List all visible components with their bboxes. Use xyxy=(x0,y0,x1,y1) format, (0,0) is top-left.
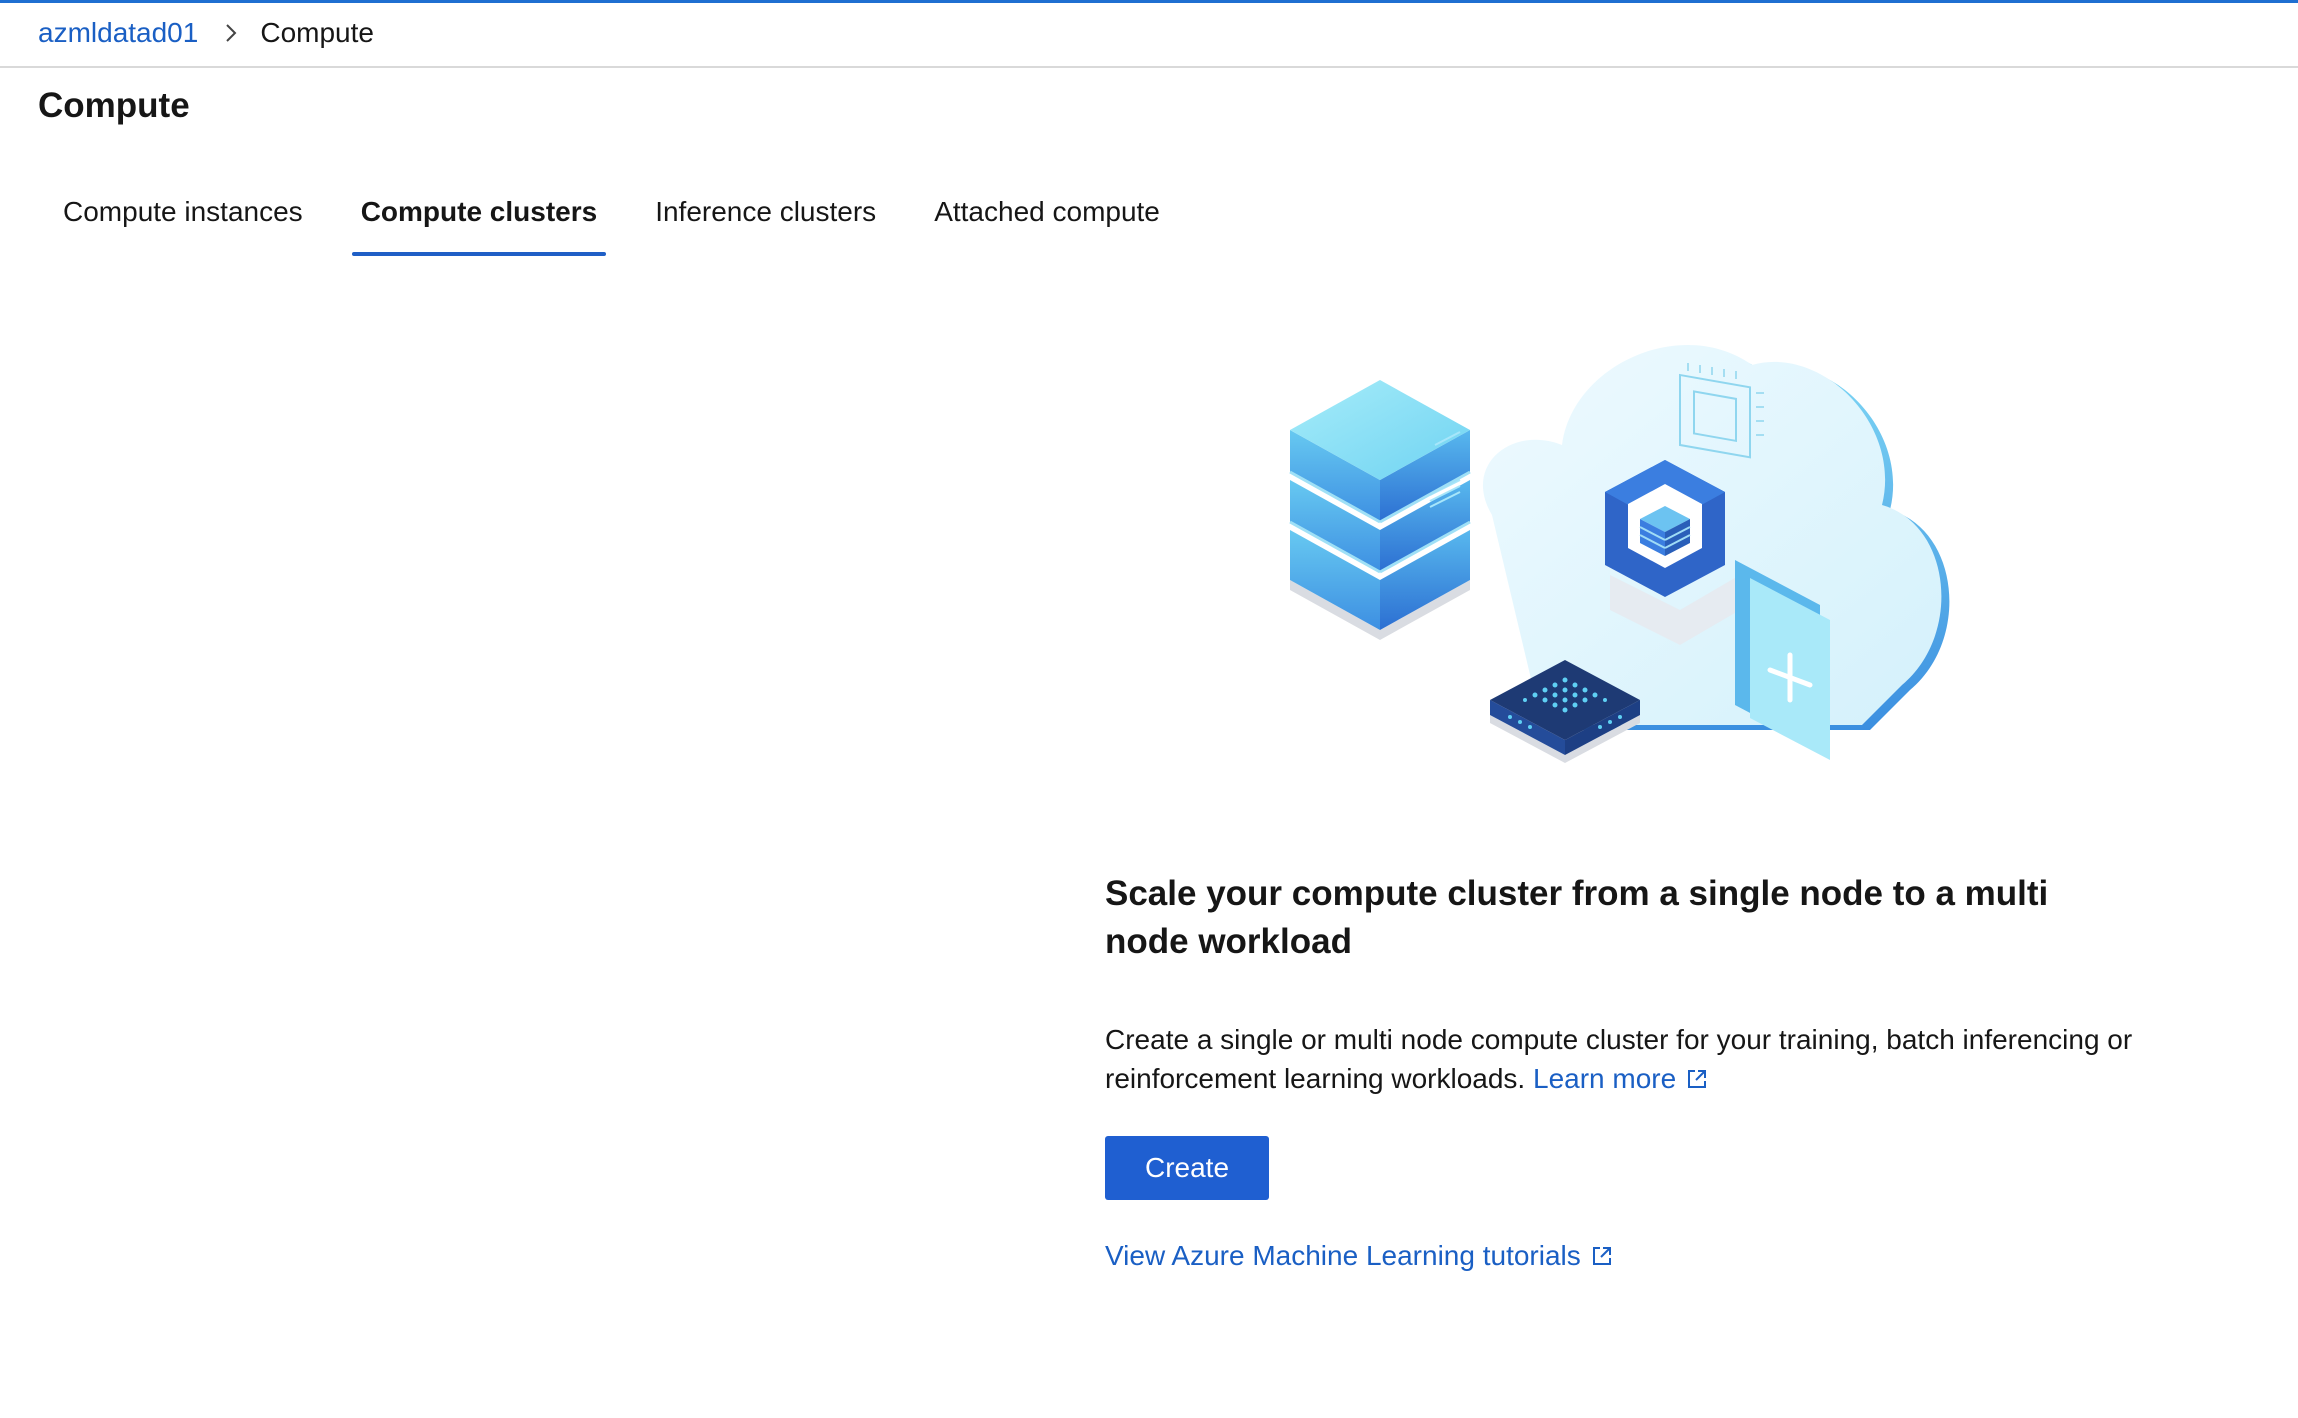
learn-more-link[interactable]: Learn more xyxy=(1533,1063,1708,1094)
external-link-icon xyxy=(1686,1061,1708,1100)
tab-attached-compute[interactable]: Attached compute xyxy=(909,184,1185,258)
tutorials-link-label: View Azure Machine Learning tutorials xyxy=(1105,1240,1581,1271)
page-title: Compute xyxy=(38,86,190,125)
compute-tabs: Compute instances Compute clusters Infer… xyxy=(38,184,1185,258)
cloud-compute-cluster-illustration xyxy=(1289,344,1950,763)
compute-page: azmldatad01 Compute Compute Compute inst… xyxy=(0,0,2298,1418)
empty-state-heading: Scale your compute cluster from a single… xyxy=(1105,874,2049,961)
breadcrumb-workspace-link[interactable]: azmldatad01 xyxy=(38,17,198,49)
create-button[interactable]: Create xyxy=(1105,1136,1269,1200)
tab-compute-clusters[interactable]: Compute clusters xyxy=(336,184,623,258)
empty-state-description: Create a single or multi node compute cl… xyxy=(1105,1020,2135,1100)
tab-inference-clusters[interactable]: Inference clusters xyxy=(630,184,901,258)
tab-compute-instances[interactable]: Compute instances xyxy=(38,184,328,258)
header-divider xyxy=(0,66,2298,68)
chevron-right-icon xyxy=(224,22,238,44)
empty-state: Scale your compute cluster from a single… xyxy=(1105,870,2135,1274)
breadcrumb: azmldatad01 Compute xyxy=(38,0,374,66)
tutorials-row: View Azure Machine Learning tutorials xyxy=(1105,1240,2135,1274)
tutorials-link[interactable]: View Azure Machine Learning tutorials xyxy=(1105,1240,1613,1271)
external-link-icon xyxy=(1591,1242,1613,1274)
breadcrumb-current: Compute xyxy=(260,17,374,48)
learn-more-label: Learn more xyxy=(1533,1063,1677,1094)
